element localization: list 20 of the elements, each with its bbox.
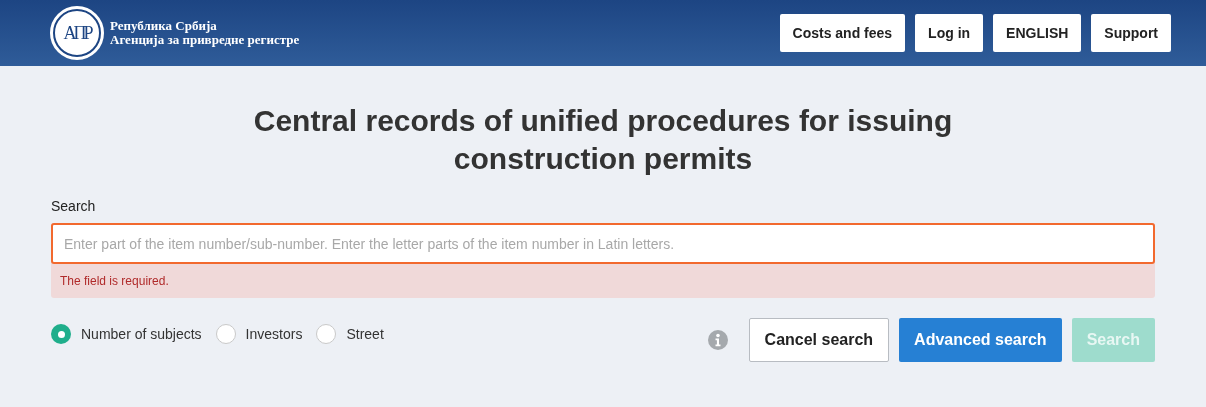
agency-logo[interactable]: АПР <box>50 6 104 60</box>
action-button[interactable]: Advanced search <box>899 318 1062 362</box>
nav-button[interactable]: Log in <box>915 14 984 52</box>
radio-label: Number of subjects <box>81 324 202 344</box>
nav-button[interactable]: Costs and fees <box>779 14 906 52</box>
radio-button[interactable] <box>215 324 236 344</box>
nav-button[interactable]: Support <box>1091 14 1171 52</box>
action-button[interactable]: Cancel search <box>748 318 890 362</box>
page-title: Central records of unified procedures for issuing construction permits <box>252 103 954 177</box>
agency-name: Република Србија <box>110 19 218 33</box>
agency-name: Агенција за привредне регистре <box>110 33 300 47</box>
info-icon[interactable] <box>706 329 729 351</box>
radio-label: Street <box>346 324 384 344</box>
radio-button[interactable] <box>316 324 337 344</box>
error-message: The field is required. <box>59 273 170 290</box>
radio-label: Investors <box>245 324 303 344</box>
nav-button[interactable]: ENGLISH <box>993 14 1082 52</box>
search-label: Search <box>51 197 97 216</box>
search-field[interactable]: Enter part of the item number/sub-number. Enter the letter parts of the item number in Latin letters. <box>51 223 1155 264</box>
radio-button[interactable] <box>51 324 71 344</box>
